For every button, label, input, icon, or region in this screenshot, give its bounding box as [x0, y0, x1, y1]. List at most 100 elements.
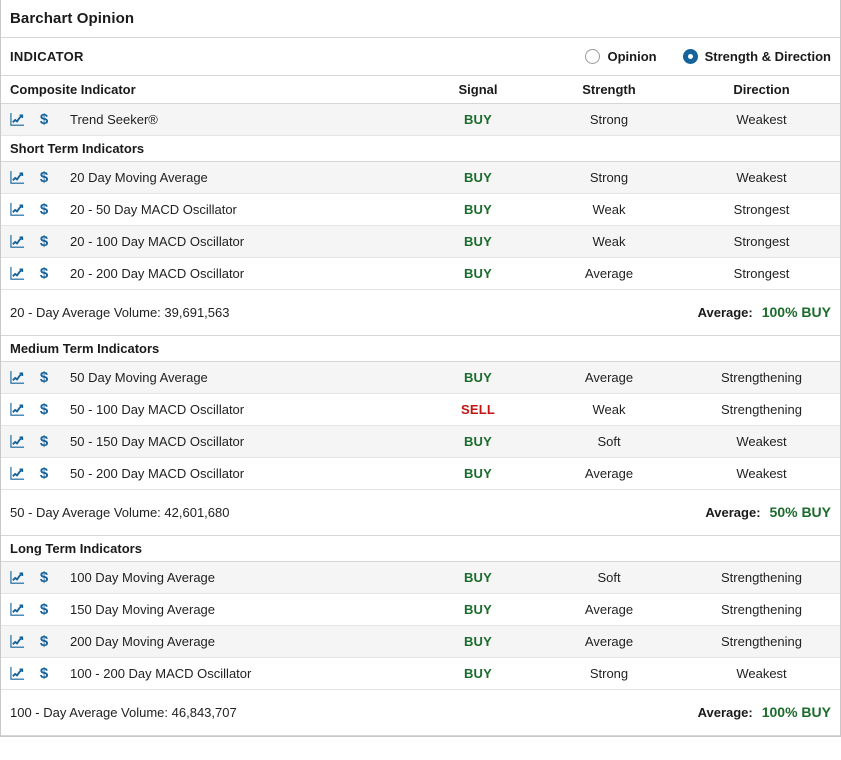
- section-summary-row: 20 - Day Average Volume: 39,691,563 Avera…: [1, 288, 840, 336]
- cell-direction: Weakest: [683, 425, 840, 458]
- cell-strength: Average: [535, 361, 683, 394]
- table-row[interactable]: $50 - 200 Day MACD Oscillator BUY Average W…: [1, 457, 840, 490]
- line-chart-icon[interactable]: [10, 466, 25, 481]
- section-average: Average: 50% BUY: [705, 504, 831, 520]
- indicator-name: 20 Day Moving Average: [70, 169, 208, 185]
- dollar-sign-icon[interactable]: $: [35, 634, 53, 649]
- dollar-sign-icon[interactable]: $: [35, 570, 53, 585]
- cell-direction: Strongest: [683, 257, 840, 290]
- line-chart-icon[interactable]: [10, 402, 25, 417]
- dollar-sign-icon[interactable]: $: [35, 370, 53, 385]
- section-average: Average: 100% BUY: [698, 704, 831, 720]
- section-heading: Long Term Indicators: [1, 534, 840, 562]
- radio-unselected-icon[interactable]: [585, 49, 601, 64]
- view-toggle-option[interactable]: Strength & Direction: [682, 49, 831, 64]
- line-chart-icon[interactable]: [10, 434, 25, 449]
- dollar-sign-icon[interactable]: $: [35, 666, 53, 681]
- cell-direction: Strengthening: [683, 625, 840, 658]
- average-label: Average:: [697, 705, 753, 720]
- indicators-table-body: $ Trend Seeker® BUY Strong Weakest Short Term…: [1, 103, 840, 736]
- column-header-strength: Strength: [535, 76, 683, 104]
- line-chart-icon[interactable]: [10, 570, 25, 585]
- table-row[interactable]: $20 - 100 Day MACD Oscillator BUY Weak Stro…: [1, 225, 840, 258]
- line-chart-icon[interactable]: [10, 170, 25, 185]
- table-row[interactable]: $50 - 100 Day MACD Oscillator SELL Weak Str…: [1, 393, 840, 426]
- indicator-name: 20 - 50 Day MACD Oscillator: [70, 201, 237, 217]
- indicator-name: 20 - 100 Day MACD Oscillator: [70, 233, 245, 249]
- indicator-name: 50 - 200 Day MACD Oscillator: [70, 465, 245, 481]
- indicator-name: 100 Day Moving Average: [70, 569, 216, 585]
- table-row[interactable]: $100 Day Moving Average BUY Soft Strengthen…: [1, 561, 840, 594]
- cell-signal: BUY: [421, 561, 535, 594]
- signal-badge: BUY: [463, 665, 493, 681]
- average-value: 100% BUY: [761, 704, 831, 720]
- dollar-sign-icon[interactable]: $: [35, 112, 53, 127]
- table-row[interactable]: $50 Day Moving Average BUY Average Strength…: [1, 361, 840, 394]
- indicator-name-cell: $ Trend Seeker®: [1, 112, 421, 127]
- barchart-opinion-page: Barchart Opinion INDICATOR Opinion Streng…: [0, 0, 841, 760]
- indicator-name: 50 Day Moving Average: [70, 369, 208, 385]
- column-header-direction: Direction: [683, 76, 840, 104]
- indicator-name: 50 - 100 Day MACD Oscillator: [70, 401, 245, 417]
- cell-direction: Strengthening: [683, 593, 840, 626]
- section-average: Average: 100% BUY: [698, 304, 831, 320]
- cell-signal: BUY: [421, 457, 535, 490]
- opinion-panel: Barchart Opinion INDICATOR Opinion Streng…: [0, 0, 841, 737]
- table-row[interactable]: $ Trend Seeker® BUY Strong Weakest: [1, 103, 840, 136]
- cell-strength: Soft: [535, 425, 683, 458]
- radio-selected-icon[interactable]: [682, 49, 698, 64]
- line-chart-icon[interactable]: [10, 634, 25, 649]
- table-row[interactable]: $200 Day Moving Average BUY Average Strengt…: [1, 625, 840, 658]
- line-chart-icon[interactable]: [10, 112, 25, 127]
- average-volume-text: 50 - Day Average Volume: 42,601,680: [10, 504, 230, 520]
- dollar-sign-icon[interactable]: $: [35, 402, 53, 417]
- dollar-sign-icon[interactable]: $: [35, 434, 53, 449]
- cell-signal: BUY: [421, 257, 535, 290]
- cell-indicator: $100 Day Moving Average: [1, 561, 421, 594]
- indicator-name-cell: $20 - 100 Day MACD Oscillator: [1, 234, 421, 249]
- cell-indicator: $100 - 200 Day MACD Oscillator: [1, 657, 421, 690]
- dollar-sign-icon[interactable]: $: [35, 170, 53, 185]
- line-chart-icon[interactable]: [10, 202, 25, 217]
- dollar-sign-icon[interactable]: $: [35, 202, 53, 217]
- cell-direction: Strengthening: [683, 393, 840, 426]
- table-row[interactable]: $20 Day Moving Average BUY Strong Weakest: [1, 161, 840, 194]
- view-toggle-option[interactable]: Opinion: [585, 49, 657, 64]
- table-row[interactable]: $20 - 200 Day MACD Oscillator BUY Average S…: [1, 257, 840, 290]
- cell-indicator: $20 Day Moving Average: [1, 161, 421, 194]
- cell-indicator: $20 - 50 Day MACD Oscillator: [1, 193, 421, 226]
- line-chart-icon[interactable]: [10, 234, 25, 249]
- dollar-sign-icon[interactable]: $: [35, 266, 53, 281]
- cell-indicator: $20 - 200 Day MACD Oscillator: [1, 257, 421, 290]
- line-chart-icon[interactable]: [10, 370, 25, 385]
- indicator-name-cell: $50 - 100 Day MACD Oscillator: [1, 402, 421, 417]
- signal-badge: BUY: [463, 233, 493, 249]
- line-chart-icon[interactable]: [10, 266, 25, 281]
- table-row[interactable]: $20 - 50 Day MACD Oscillator BUY Weak Stron…: [1, 193, 840, 226]
- indicator-name-cell: $20 - 200 Day MACD Oscillator: [1, 266, 421, 281]
- cell-signal: BUY: [421, 425, 535, 458]
- table-row[interactable]: $100 - 200 Day MACD Oscillator BUY Strong W…: [1, 657, 840, 690]
- cell-signal: BUY: [421, 361, 535, 394]
- table-row[interactable]: $50 - 150 Day MACD Oscillator BUY Soft Weak…: [1, 425, 840, 458]
- section-summary-row: 100 - Day Average Volume: 46,843,707 Aver…: [1, 688, 840, 736]
- dollar-sign-icon[interactable]: $: [35, 234, 53, 249]
- average-value: 100% BUY: [761, 304, 831, 320]
- column-header-name: Composite Indicator: [1, 76, 421, 104]
- average-volume-text: 20 - Day Average Volume: 39,691,563: [10, 304, 230, 320]
- indicator-name: 100 - 200 Day MACD Oscillator: [70, 665, 252, 681]
- indicator-name: 200 Day Moving Average: [70, 633, 216, 649]
- cell-direction: Weakest: [683, 161, 840, 194]
- cell-direction: Strongest: [683, 225, 840, 258]
- cell-strength: Weak: [535, 225, 683, 258]
- line-chart-icon[interactable]: [10, 666, 25, 681]
- line-chart-icon[interactable]: [10, 602, 25, 617]
- signal-badge: BUY: [463, 265, 493, 281]
- table-row[interactable]: $150 Day Moving Average BUY Average Strengt…: [1, 593, 840, 626]
- indicator-name-cell: $50 - 200 Day MACD Oscillator: [1, 466, 421, 481]
- signal-badge: BUY: [463, 633, 493, 649]
- dollar-sign-icon[interactable]: $: [35, 602, 53, 617]
- cell-signal: SELL: [421, 393, 535, 426]
- dollar-sign-icon[interactable]: $: [35, 466, 53, 481]
- cell-indicator: $50 - 200 Day MACD Oscillator: [1, 457, 421, 490]
